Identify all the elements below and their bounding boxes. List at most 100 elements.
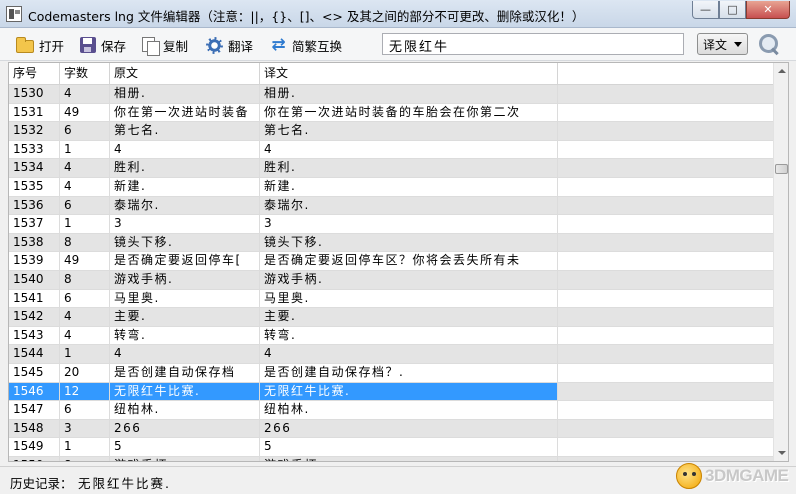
row-translation[interactable]: 胜利. <box>260 159 558 177</box>
row-count[interactable]: 49 <box>60 252 110 270</box>
header-source[interactable]: 原文 <box>110 63 260 85</box>
row-translation[interactable]: 4 <box>260 140 558 159</box>
table-row[interactable]: 1540 8 游戏手柄. 游戏手柄. <box>9 270 774 290</box>
copy-button[interactable]: 复制 <box>142 35 188 56</box>
row-index[interactable]: 1538 <box>9 233 60 252</box>
scroll-thumb[interactable] <box>775 164 788 174</box>
row-translation[interactable]: 新建. <box>260 177 558 196</box>
row-index[interactable]: 1542 <box>9 308 60 326</box>
row-translation[interactable]: 主要. <box>260 308 558 326</box>
row-count[interactable]: 8 <box>60 456 110 461</box>
table-row[interactable]: 1545 20 是否创建自动保存档 是否创建自动保存档？. <box>9 363 774 383</box>
table-row[interactable]: 1536 6 泰瑞尔. 泰瑞尔. <box>9 196 774 216</box>
row-translation[interactable]: 是否确定要返回停车区？你将会丢失所有未 <box>260 252 558 270</box>
row-translation[interactable]: 第七名. <box>260 122 558 140</box>
row-source[interactable]: 新建. <box>110 177 260 196</box>
row-count[interactable]: 1 <box>60 215 110 233</box>
row-index[interactable]: 1534 <box>9 159 60 177</box>
row-count[interactable]: 6 <box>60 289 110 308</box>
table-row[interactable]: 1549 1 5 5 <box>9 438 774 457</box>
row-source[interactable]: 3 <box>110 215 260 233</box>
row-index[interactable]: 1550 <box>9 456 60 461</box>
row-index[interactable]: 1535 <box>9 177 60 196</box>
open-button[interactable]: 打开 <box>16 35 64 55</box>
row-count[interactable]: 1 <box>60 438 110 456</box>
row-count[interactable]: 4 <box>60 159 110 177</box>
row-source[interactable]: 你在第一次进站时装备 <box>110 103 260 122</box>
row-source[interactable]: 相册. <box>110 85 260 103</box>
row-index[interactable]: 1536 <box>9 196 60 215</box>
row-translation[interactable]: 游戏手柄. <box>260 456 558 461</box>
row-source[interactable]: 是否确定要返回停车[ <box>110 252 260 270</box>
row-index[interactable]: 1531 <box>9 103 60 122</box>
row-index[interactable]: 1530 <box>9 85 60 103</box>
row-index[interactable]: 1544 <box>9 345 60 363</box>
row-index[interactable]: 1546 <box>9 382 60 401</box>
row-index[interactable]: 1548 <box>9 419 60 438</box>
row-translation[interactable]: 3 <box>260 215 558 233</box>
row-source[interactable]: 第七名. <box>110 122 260 140</box>
row-translation[interactable]: 266 <box>260 419 558 438</box>
table-row[interactable]: 1533 1 4 4 <box>9 140 774 160</box>
row-source[interactable]: 马里奥. <box>110 289 260 308</box>
row-translation[interactable]: 转弯. <box>260 326 558 345</box>
row-translation[interactable]: 镜头下移. <box>260 233 558 252</box>
row-index[interactable]: 1533 <box>9 140 60 159</box>
save-button[interactable]: 保存 <box>80 35 126 55</box>
row-source[interactable]: 胜利. <box>110 159 260 177</box>
translation-grid[interactable]: 序号 字数 原文 译文 1530 4 相册. 相册. 1531 49 你在第一次进站时装备你… <box>8 62 789 462</box>
row-source[interactable]: 纽柏林. <box>110 401 260 419</box>
header-index[interactable]: 序号 <box>9 63 60 85</box>
minimize-button[interactable]: — <box>692 1 719 19</box>
row-count[interactable]: 6 <box>60 196 110 215</box>
table-row[interactable]: 1531 49 你在第一次进站时装备 你在第一次进站时装备的车胎会在你第二次 <box>9 103 774 123</box>
row-count[interactable]: 6 <box>60 401 110 419</box>
row-index[interactable]: 1540 <box>9 270 60 289</box>
table-row[interactable]: 1535 4 新建. 新建. <box>9 177 774 197</box>
row-index[interactable]: 1532 <box>9 122 60 140</box>
row-translation[interactable]: 游戏手柄. <box>260 270 558 289</box>
close-button[interactable]: ✕ <box>746 1 790 19</box>
row-count[interactable]: 4 <box>60 308 110 326</box>
table-row[interactable]: 1530 4 相册. 相册. <box>9 85 774 104</box>
row-translation[interactable]: 是否创建自动保存档？. <box>260 363 558 382</box>
row-source[interactable]: 主要. <box>110 308 260 326</box>
table-row[interactable]: 1547 6 纽柏林. 纽柏林. <box>9 401 774 420</box>
row-index[interactable]: 1539 <box>9 252 60 270</box>
row-source[interactable]: 转弯. <box>110 326 260 345</box>
row-source[interactable]: 4 <box>110 345 260 363</box>
row-count[interactable]: 6 <box>60 122 110 140</box>
row-count[interactable]: 8 <box>60 270 110 289</box>
table-row[interactable]: 1548 3 266 266 <box>9 419 774 439</box>
field-select[interactable]: 译文 <box>697 33 748 55</box>
row-count[interactable]: 1 <box>60 345 110 363</box>
table-row[interactable]: 1534 4 胜利. 胜利. <box>9 159 774 178</box>
scroll-up-button[interactable] <box>774 63 788 79</box>
row-translation[interactable]: 泰瑞尔. <box>260 196 558 215</box>
translate-button[interactable]: 翻译 <box>206 35 253 55</box>
row-count[interactable]: 1 <box>60 140 110 159</box>
row-count[interactable]: 4 <box>60 326 110 345</box>
row-source[interactable]: 镜头下移. <box>110 233 260 252</box>
row-translation[interactable]: 马里奥. <box>260 289 558 308</box>
row-translation[interactable]: 4 <box>260 345 558 363</box>
row-translation[interactable]: 纽柏林. <box>260 401 558 419</box>
table-row[interactable]: 1539 49 是否确定要返回停车[是否确定要返回停车区？你将会丢失所有未 <box>9 252 774 271</box>
search-icon[interactable] <box>758 33 780 55</box>
table-row[interactable]: 1546 12 无限红牛比赛. 无限红牛比赛. <box>9 382 774 402</box>
table-row[interactable]: 1543 4 转弯. 转弯. <box>9 326 774 346</box>
vertical-scrollbar[interactable] <box>773 63 788 461</box>
row-source[interactable]: 5 <box>110 438 260 456</box>
row-index[interactable]: 1549 <box>9 438 60 456</box>
row-index[interactable]: 1541 <box>9 289 60 308</box>
row-count[interactable]: 4 <box>60 177 110 196</box>
table-row[interactable]: 1541 6 马里奥. 马里奥. <box>9 289 774 309</box>
row-source[interactable]: 266 <box>110 419 260 438</box>
header-translation[interactable]: 译文 <box>260 63 558 85</box>
table-row[interactable]: 1544 1 4 4 <box>9 345 774 364</box>
table-row[interactable]: 1542 4 主要. 主要. <box>9 308 774 327</box>
row-count[interactable]: 12 <box>60 382 110 401</box>
row-source[interactable]: 游戏手柄. <box>110 456 260 461</box>
search-input[interactable]: 无限红牛 <box>382 33 684 55</box>
row-translation[interactable]: 5 <box>260 438 558 456</box>
